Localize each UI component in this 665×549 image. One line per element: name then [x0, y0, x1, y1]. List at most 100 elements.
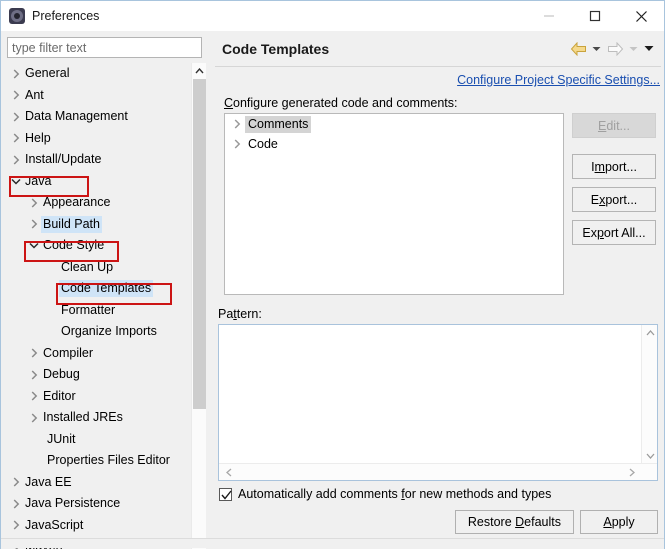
sidebar-item-label: Editor — [43, 388, 76, 403]
sidebar-item-javascript[interactable]: JavaScript — [1, 515, 191, 537]
auto-comments-label: Automatically add comments for new metho… — [238, 487, 552, 501]
sidebar-item-label: Compiler — [43, 345, 94, 360]
filter-placeholder: type filter text — [12, 40, 87, 55]
chevron-right-icon[interactable] — [9, 85, 23, 106]
sidebar-item-java-ee[interactable]: Java EE — [1, 472, 191, 494]
sidebar-item-java[interactable]: Java — [1, 171, 191, 193]
category-tree: General Ant Data Management Help Install/Upd… — [1, 63, 208, 549]
back-arrow-icon[interactable] — [568, 38, 588, 60]
sidebar-item-label: Clean Up — [61, 259, 114, 274]
header-divider — [215, 66, 661, 67]
chevron-right-icon[interactable] — [9, 493, 23, 514]
sidebar-item-code-style[interactable]: Code Style — [1, 235, 191, 257]
template-group-code[interactable]: Code — [225, 134, 563, 154]
chevron-right-icon[interactable] — [27, 343, 41, 364]
pattern-vertical-scrollbar[interactable] — [641, 325, 657, 464]
close-icon[interactable] — [618, 1, 664, 31]
export-all-button[interactable]: Export All... — [572, 220, 656, 245]
restore-defaults-button[interactable]: Restore Defaults — [454, 510, 574, 534]
chevron-down-icon[interactable] — [9, 171, 23, 192]
sidebar-scrollbar[interactable] — [191, 63, 206, 549]
sidebar-item-label: Install/Update — [25, 152, 102, 167]
apply-button[interactable]: Apply — [580, 510, 658, 534]
sidebar-item-label: Ant — [25, 87, 44, 102]
preference-page: Code Templates Configure Project Specifi… — [212, 31, 664, 549]
pattern-scroll-right-icon[interactable] — [623, 464, 640, 480]
sidebar-item-label: Organize Imports — [61, 324, 157, 339]
pattern-scroll-left-icon[interactable] — [220, 464, 237, 480]
pattern-horizontal-scrollbar[interactable] — [219, 463, 657, 480]
template-group-comments[interactable]: Comments — [225, 114, 563, 134]
sidebar-item-java-persistence[interactable]: Java Persistence — [1, 493, 191, 515]
maximize-icon[interactable] — [572, 1, 618, 31]
chevron-right-icon[interactable] — [9, 128, 23, 149]
chevron-right-icon[interactable] — [27, 407, 41, 428]
page-menu-chevron-down-icon[interactable] — [642, 38, 655, 60]
sidebar-item-label: Data Management — [25, 109, 128, 124]
chevron-right-icon[interactable] — [9, 106, 23, 127]
page-footer-buttons: Restore Defaults Apply — [454, 510, 658, 534]
filter-input[interactable]: type filter text — [7, 37, 202, 58]
chevron-right-icon[interactable] — [27, 364, 41, 385]
page-header: Code Templates — [212, 31, 664, 66]
template-group-label: Comments — [245, 115, 312, 133]
template-group-label: Code — [248, 136, 278, 151]
sidebar-item-installed-jres[interactable]: Installed JREs — [1, 407, 191, 429]
sidebar-item-code-templates[interactable]: Code Templates — [1, 278, 191, 300]
chevron-right-icon[interactable] — [27, 386, 41, 407]
export-button[interactable]: Export... — [572, 187, 656, 212]
scroll-up-icon[interactable] — [192, 63, 207, 78]
pattern-scroll-up-icon[interactable] — [642, 325, 658, 341]
sidebar-item-install-update[interactable]: Install/Update — [1, 149, 191, 171]
auto-comments-checkbox[interactable] — [219, 487, 232, 501]
sidebar-item-label: Java EE — [25, 474, 72, 489]
sidebar-item-help[interactable]: Help — [1, 128, 191, 150]
title-bar: Preferences — [1, 1, 664, 31]
configure-project-specific-settings-link[interactable]: Configure Project Specific Settings... — [457, 73, 660, 87]
sidebar-item-ant[interactable]: Ant — [1, 85, 191, 107]
window-controls — [526, 1, 664, 31]
sidebar-item-organize-imports[interactable]: Organize Imports — [1, 321, 191, 343]
sidebar-item-build-path[interactable]: Build Path — [1, 214, 191, 236]
sidebar-item-label: Installed JREs — [43, 410, 123, 425]
sidebar-item-clean-up[interactable]: Clean Up — [1, 257, 191, 279]
chevron-right-icon[interactable] — [27, 214, 41, 235]
sidebar-item-formatter[interactable]: Formatter — [1, 300, 191, 322]
pattern-textarea[interactable] — [219, 325, 642, 464]
chevron-right-icon[interactable] — [230, 135, 245, 153]
chevron-right-icon[interactable] — [9, 63, 23, 84]
back-dropdown-chevron-down-icon[interactable] — [590, 38, 603, 60]
forward-arrow-icon[interactable] — [605, 38, 625, 60]
sidebar-item-label: Properties Files Editor — [47, 453, 170, 468]
sidebar-item-label: Help — [25, 130, 51, 145]
sidebar-item-appearance[interactable]: Appearance — [1, 192, 191, 214]
chevron-right-icon[interactable] — [9, 472, 23, 493]
templates-tree[interactable]: Comments Code — [224, 113, 564, 295]
pattern-label: Pattern: — [218, 307, 262, 321]
sidebar-item-editor[interactable]: Editor — [1, 386, 191, 408]
sidebar-item-debug[interactable]: Debug — [1, 364, 191, 386]
sidebar-scrollbar-thumb[interactable] — [193, 79, 206, 409]
minimize-icon[interactable] — [526, 1, 572, 31]
chevron-right-icon[interactable] — [230, 115, 245, 133]
auto-comments-row[interactable]: Automatically add comments for new metho… — [219, 487, 551, 501]
import-button[interactable]: Import... — [572, 154, 656, 179]
sidebar-item-general[interactable]: General — [1, 63, 191, 85]
sidebar-item-label: Formatter — [61, 302, 116, 317]
category-tree-list: General Ant Data Management Help Install/Upd… — [1, 63, 191, 549]
edit-button[interactable]: Edit... — [572, 113, 656, 138]
chevron-right-icon[interactable] — [9, 149, 23, 170]
template-action-buttons: Edit... Import... Export... Export All..… — [572, 113, 656, 253]
sidebar-item-label: General — [25, 66, 70, 81]
sidebar-item-properties-files-editor[interactable]: Properties Files Editor — [1, 450, 191, 472]
chevron-right-icon[interactable] — [9, 515, 23, 536]
sidebar-item-junit[interactable]: JUnit — [1, 429, 191, 451]
chevron-right-icon[interactable] — [27, 192, 41, 213]
forward-dropdown-chevron-down-icon[interactable] — [627, 38, 640, 60]
pattern-scroll-down-icon[interactable] — [642, 448, 658, 464]
chevron-down-icon[interactable] — [27, 235, 41, 256]
sidebar-item-data-management[interactable]: Data Management — [1, 106, 191, 128]
sidebar-item-compiler[interactable]: Compiler — [1, 343, 191, 365]
sidebar-item-label: Java — [25, 173, 52, 188]
configure-caption-rest: onfigure generated code and comments: — [233, 96, 458, 110]
